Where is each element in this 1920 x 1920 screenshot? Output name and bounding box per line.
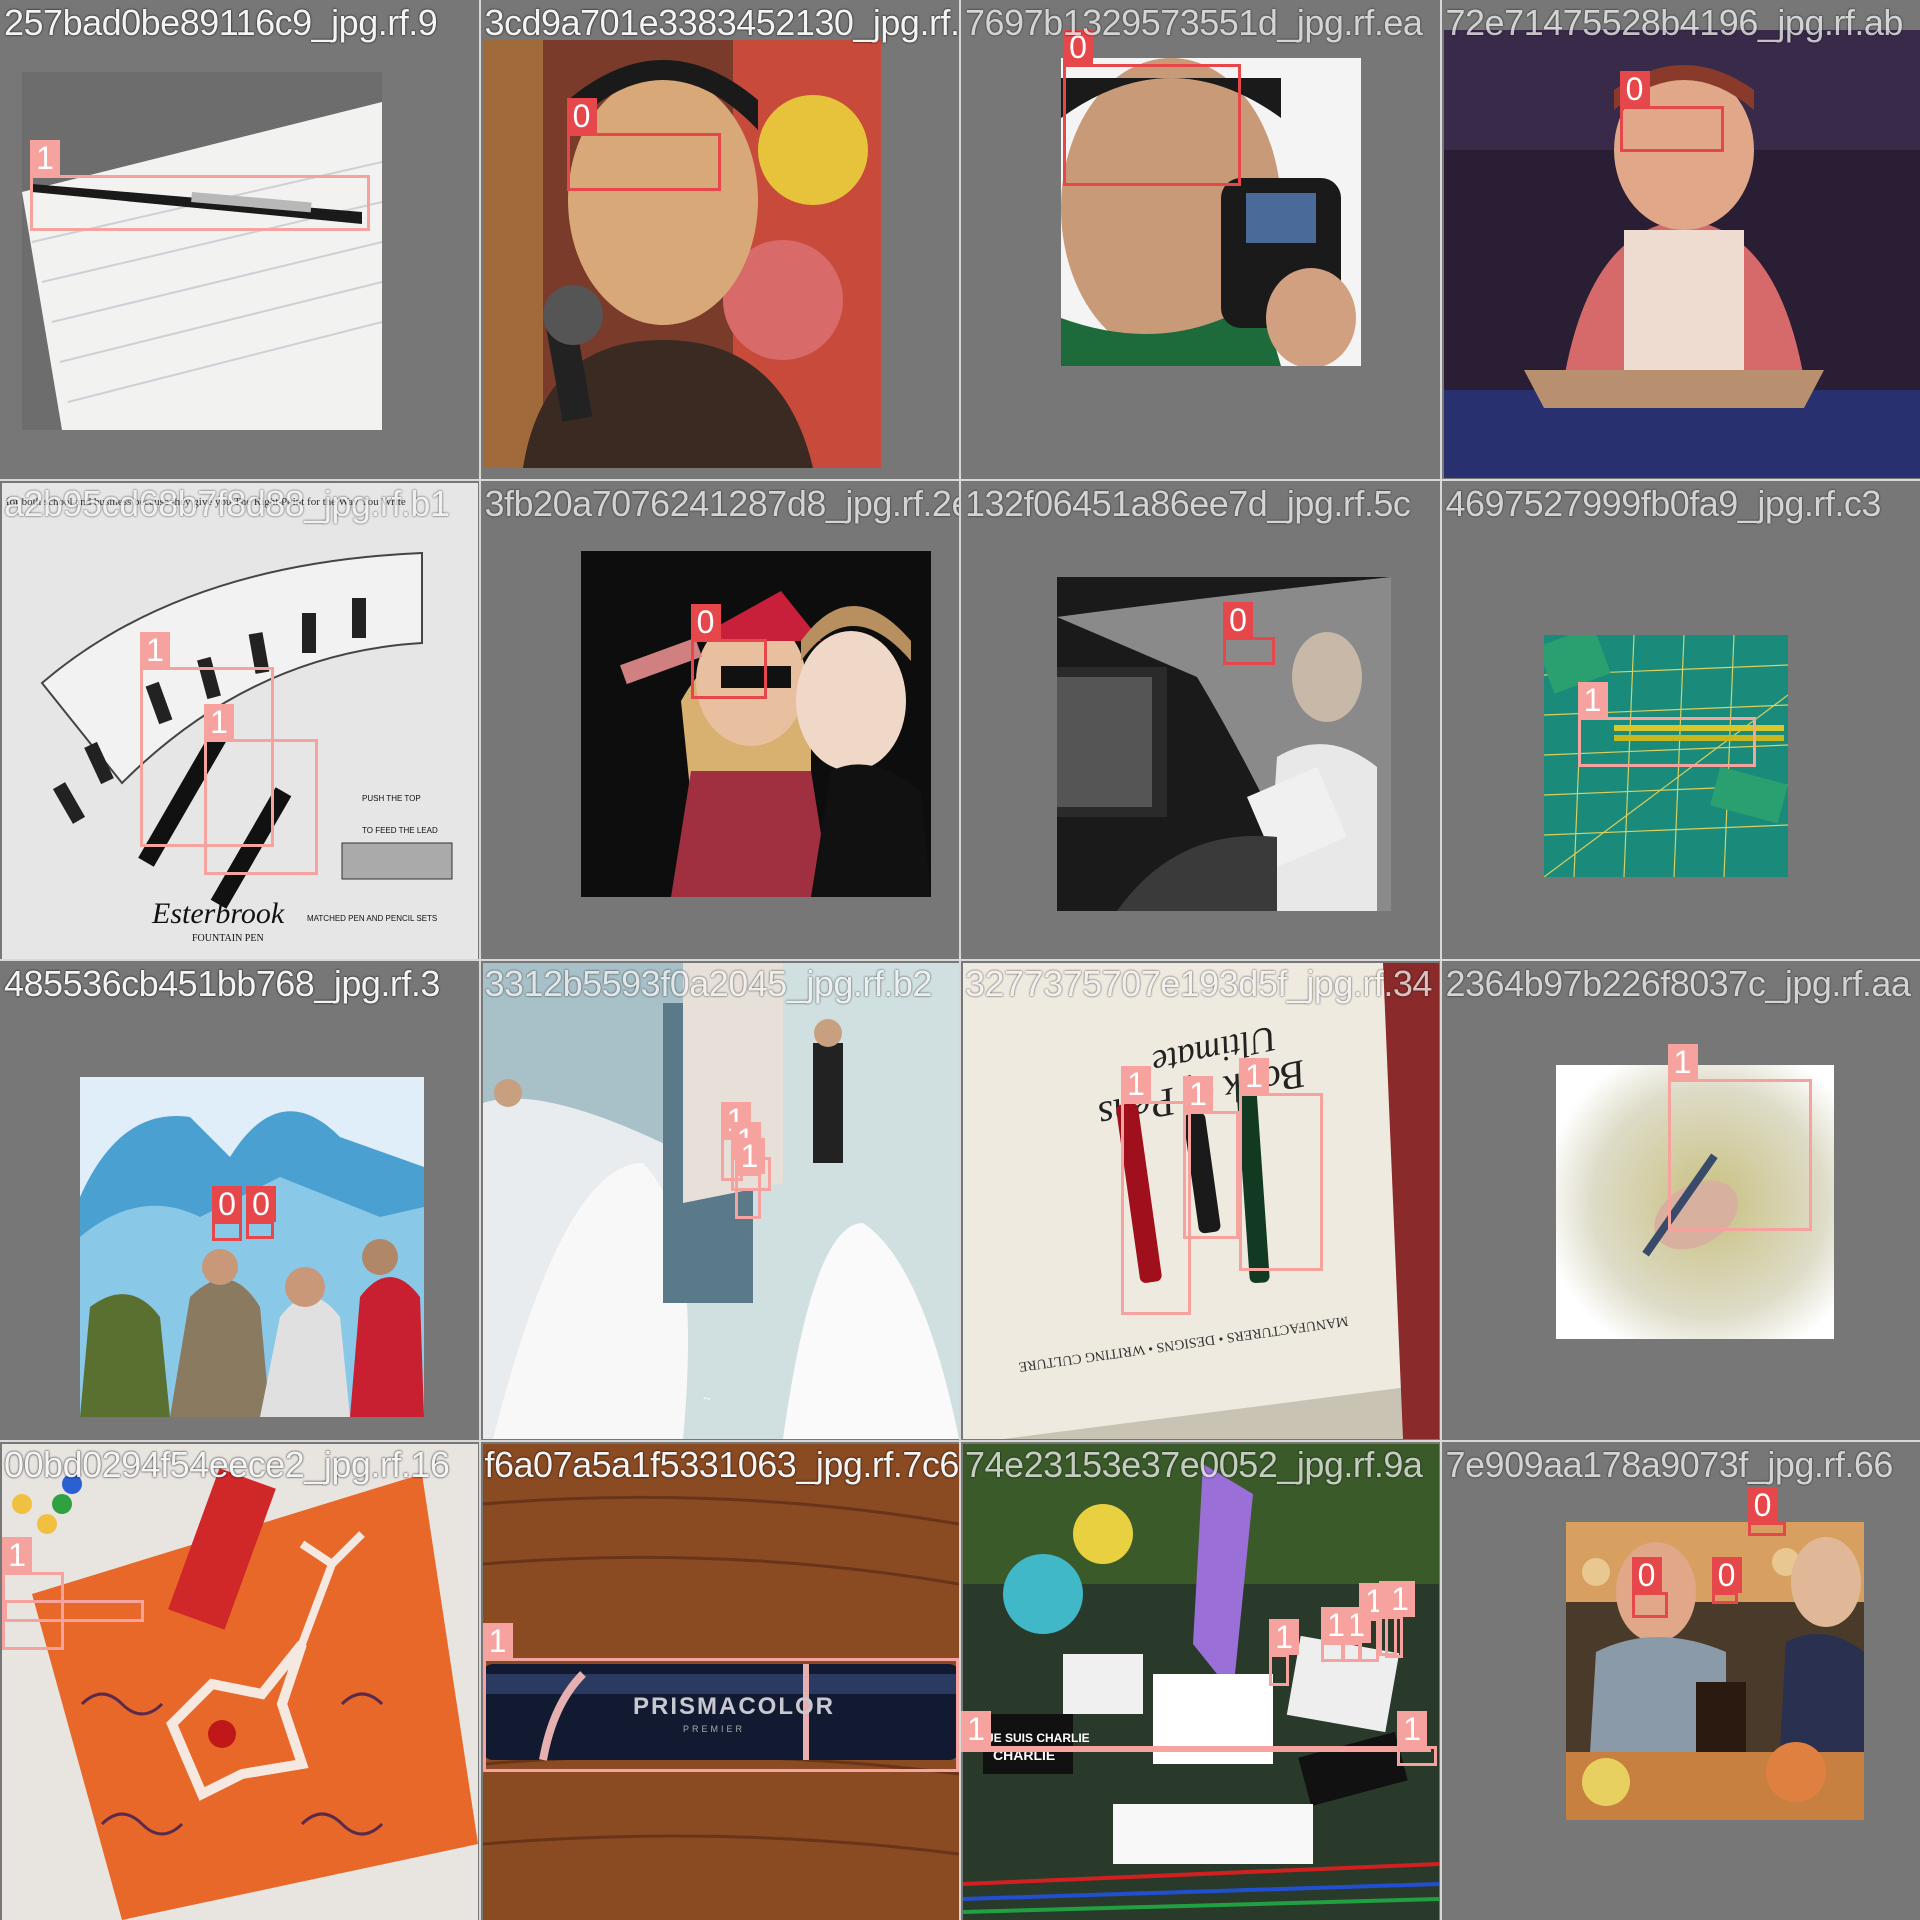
class-label: 0 — [1711, 1556, 1742, 1593]
filename-label: 00bd0294f54eece2_jpg.rf.16 — [4, 1443, 450, 1485]
filename-label: 3cd9a701e3383452130_jpg.rf.c — [484, 2, 960, 43]
bbox-class-1: 1 — [1269, 1618, 1299, 1686]
tile-prismacolor: PRISMACOLOR PREMIER 1 f6a07a5a1f5331063_… — [480, 1441, 960, 1920]
tile-orange-craft: 1 00bd0294f54eece2_jpg.rf.16 — [0, 1441, 479, 1920]
bbox-class-0: 0 — [690, 603, 767, 699]
photo-tourists-iceberg — [80, 1077, 424, 1417]
filename-label: 485536cb451bb768_jpg.rf.3 — [4, 963, 440, 1004]
filename-label: 3277375707e193d5f_jpg.rf.34 — [965, 963, 1432, 1004]
photo-wedding-couple: ~ — [482, 963, 959, 1439]
tile-man-reading: 0 132f06451a86ee7d_jpg.rf.5c — [961, 480, 1440, 959]
class-label: 1 — [734, 1138, 765, 1174]
class-label: 1 — [140, 631, 170, 668]
class-label: 1 — [1385, 1580, 1415, 1617]
class-label: 0 — [1747, 1486, 1778, 1523]
tile-couple-party: 0 3fb20a7076241287d8_jpg.rf.2e — [480, 480, 960, 959]
photo-pen-notepad — [22, 72, 382, 430]
bbox-class-0: 0 — [1619, 71, 1724, 152]
filename-label: 7e909aa178a9073f_jpg.rf.66 — [1445, 1443, 1894, 1485]
filename-label: 72e71475528b4196_jpg.rf.ab — [1445, 2, 1904, 43]
class-label: 1 — [961, 1710, 991, 1747]
bbox-class-1: 1 — [30, 140, 370, 231]
photo-woman-tray — [1443, 30, 1920, 478]
photo-couple-party — [580, 550, 931, 897]
class-label: 1 — [1397, 1710, 1427, 1747]
bbox-class-0: 0 — [1063, 29, 1241, 186]
class-label: 0 — [1619, 71, 1650, 107]
tile-tourists-iceberg: 0 0 485536cb451bb768_jpg.rf.3 — [0, 961, 479, 1440]
class-label: 1 — [482, 1622, 513, 1659]
ad-brand: Esterbrook — [151, 897, 285, 930]
photo-memorial: JE SUIS CHARLIE CHARLIE — [963, 1443, 1439, 1920]
ad-sub: FOUNTAIN PEN — [192, 933, 264, 944]
class-label: 1 — [1321, 1606, 1351, 1643]
class-label: 1 — [1667, 1044, 1698, 1080]
tile-wedding-couple: ~ 1 1 1 3312b5593f0a2045_jpg.rf.b2 — [480, 961, 959, 1440]
bbox-class-1: 1 — [1183, 1076, 1239, 1239]
filename-label: 7697b1329573551d_jpg.rf.ea — [965, 2, 1423, 43]
bbox-class-1: 1 — [204, 703, 318, 875]
bbox-class-1: 1 — [734, 1138, 765, 1219]
class-label: 1 — [30, 140, 60, 176]
bbox-class-0: 0 — [1631, 1556, 1668, 1618]
bbox-class-1: 1 — [1321, 1606, 1351, 1662]
ad-sets: MATCHED PEN AND PENCIL SETS — [307, 914, 437, 923]
class-label: 1 — [1577, 681, 1608, 718]
class-label: 0 — [566, 98, 597, 134]
ad-push: PUSH THE TOP — [362, 794, 421, 803]
class-label: 0 — [212, 1186, 242, 1222]
bbox-class-1: 1 — [1667, 1044, 1812, 1231]
bbox-class-1: 1 — [1385, 1580, 1415, 1658]
tile-memorial: JE SUIS CHARLIE CHARLIE 1 1 1 1 1 1 1 1 … — [961, 1441, 1440, 1920]
class-label: 0 — [246, 1186, 276, 1222]
tile-woman-tray: 0 72e71475528b4196_jpg.rf.ab — [1441, 0, 1920, 479]
tile-man-phone: 0 7697b1329573551d_jpg.rf.ea — [961, 0, 1440, 479]
bbox-class-1: 1 — [1577, 681, 1756, 767]
bbox-class-0: 0 — [1747, 1486, 1786, 1536]
class-label: 1 — [1269, 1618, 1299, 1655]
bbox-class-0: 0 — [1711, 1556, 1742, 1604]
tile-book-of-pens: Ultimate Book of Pens MANUFACTURERS • DE… — [961, 961, 1440, 1440]
bbox-class-1: 1 — [482, 1622, 959, 1772]
bbox-class-0: 0 — [246, 1186, 276, 1239]
image-mosaic: 1 257bad0be89116c9_jpg.rf.9 0 3cd9a701e3… — [0, 0, 1920, 1920]
svg-text:~: ~ — [703, 1392, 711, 1407]
class-label: 1 — [1183, 1076, 1213, 1112]
filename-label: 3312b5593f0a2045_jpg.rf.b2 — [484, 963, 933, 1004]
bbox-class-0: 0 — [1223, 601, 1275, 665]
class-label: 1 — [1121, 1066, 1151, 1102]
tile-esterbrook-ad: Esterbrook FOUNTAIN PEN PUSH THE TOP TO … — [0, 480, 479, 959]
class-label: 1 — [1239, 1058, 1269, 1094]
tile-man-microphone: 0 3cd9a701e3383452130_jpg.rf.c — [480, 0, 960, 479]
bbox-class-1: 1 — [1239, 1058, 1323, 1271]
bbox-class-1: 1 — [1397, 1710, 1437, 1766]
class-label: 1 — [204, 703, 234, 740]
filename-label: f6a07a5a1f5331063_jpg.rf.7c6 — [484, 1443, 960, 1485]
class-label: 1 — [2, 1536, 32, 1573]
bbox-class-1: 1 — [2, 1536, 64, 1650]
filename-label: 3fb20a7076241287d8_jpg.rf.2e — [484, 482, 960, 524]
bbox-class-0: 0 — [212, 1186, 242, 1241]
photo-man-microphone — [482, 40, 881, 468]
filename-label: 74e23153e37e0052_jpg.rf.9a — [965, 1443, 1423, 1485]
bbox-class-0: 0 — [566, 98, 721, 191]
tile-restaurant: 0 0 0 7e909aa178a9073f_jpg.rf.66 — [1441, 1441, 1920, 1920]
class-label: 0 — [690, 603, 721, 640]
filename-label: 2364b97b226f8037c_jpg.rf.aa — [1445, 963, 1911, 1004]
bbox-class-1: 1 — [961, 1710, 1431, 1752]
photo-orange-craft — [2, 1443, 478, 1920]
filename-label: a2b95cd68b7f8d88_jpg.rf.b1 — [4, 482, 450, 524]
filename-label: 4697527999fb0fa9_jpg.rf.c3 — [1445, 482, 1882, 524]
bbox-class-1: 1 — [1121, 1066, 1191, 1315]
class-label: 0 — [1223, 601, 1253, 638]
tile-pen-notepad: 1 257bad0be89116c9_jpg.rf.9 — [0, 0, 479, 479]
tile-pens-mat: 1 4697527999fb0fa9_jpg.rf.c3 — [1441, 480, 1920, 959]
filename-label: 132f06451a86ee7d_jpg.rf.5c — [965, 482, 1411, 524]
filename-label: 257bad0be89116c9_jpg.rf.9 — [4, 2, 438, 43]
tile-hand-writing: 1 2364b97b226f8037c_jpg.rf.aa — [1441, 961, 1920, 1440]
sign-je-suis: JE SUIS CHARLIE — [987, 1731, 1090, 1745]
ad-feed: TO FEED THE LEAD — [362, 826, 438, 835]
class-label: 0 — [1631, 1556, 1662, 1593]
